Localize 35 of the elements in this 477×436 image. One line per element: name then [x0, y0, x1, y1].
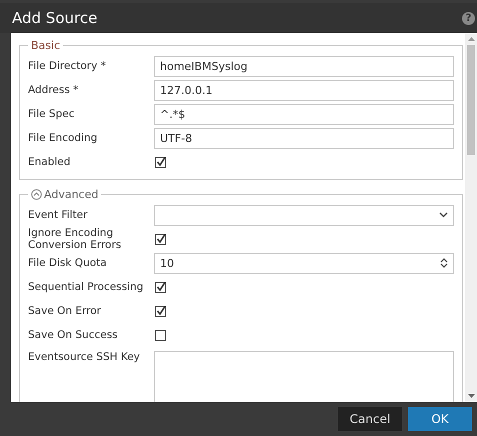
section-legend: Basic	[31, 39, 60, 52]
checkbox[interactable]	[155, 306, 166, 316]
scroll-thumb[interactable]	[467, 45, 475, 155]
cancel-button[interactable]: Cancel	[338, 407, 402, 431]
ok-button[interactable]: OK	[408, 407, 472, 431]
scrollbar[interactable]	[465, 33, 477, 402]
scroll-down-icon[interactable]	[468, 394, 474, 399]
field-label: Sequential Processing	[28, 281, 144, 293]
section-legend[interactable]: Advanced	[44, 188, 98, 201]
caret-icon	[439, 212, 448, 218]
help-icon[interactable]: ?	[462, 12, 475, 24]
spinner-icon[interactable]	[440, 257, 448, 269]
window-title: Add Source	[12, 9, 98, 27]
input-field[interactable]: 127.0.0.1	[154, 80, 454, 100]
collapse-icon[interactable]	[31, 189, 42, 200]
number-field[interactable]: 10	[154, 252, 454, 274]
field-label: Eventsource SSH Key	[28, 351, 141, 363]
field-label: Event Filter	[28, 209, 88, 221]
field-label: File Encoding	[28, 132, 98, 144]
input-field[interactable]: ^.*$	[154, 104, 454, 124]
dropdown-field[interactable]	[154, 204, 454, 226]
field-label: Enabled	[28, 156, 72, 168]
input-field[interactable]: homeIBMSyslog	[154, 56, 454, 76]
field-label: File Directory *	[28, 60, 107, 72]
field-label: File Disk Quota	[28, 257, 108, 269]
checkbox[interactable]	[155, 234, 166, 244]
input-field[interactable]: UTF-8	[154, 128, 454, 148]
field-label: Ignore Encoding Conversion Errors	[28, 227, 122, 251]
checkbox[interactable]	[155, 156, 166, 168]
field-label: File Spec	[28, 108, 76, 120]
field-label: Address *	[28, 84, 80, 96]
checkbox[interactable]	[155, 282, 166, 292]
field-label: Save On Error	[28, 305, 102, 317]
field-label: Save On Success	[28, 329, 119, 341]
checkbox[interactable]	[155, 330, 166, 340]
